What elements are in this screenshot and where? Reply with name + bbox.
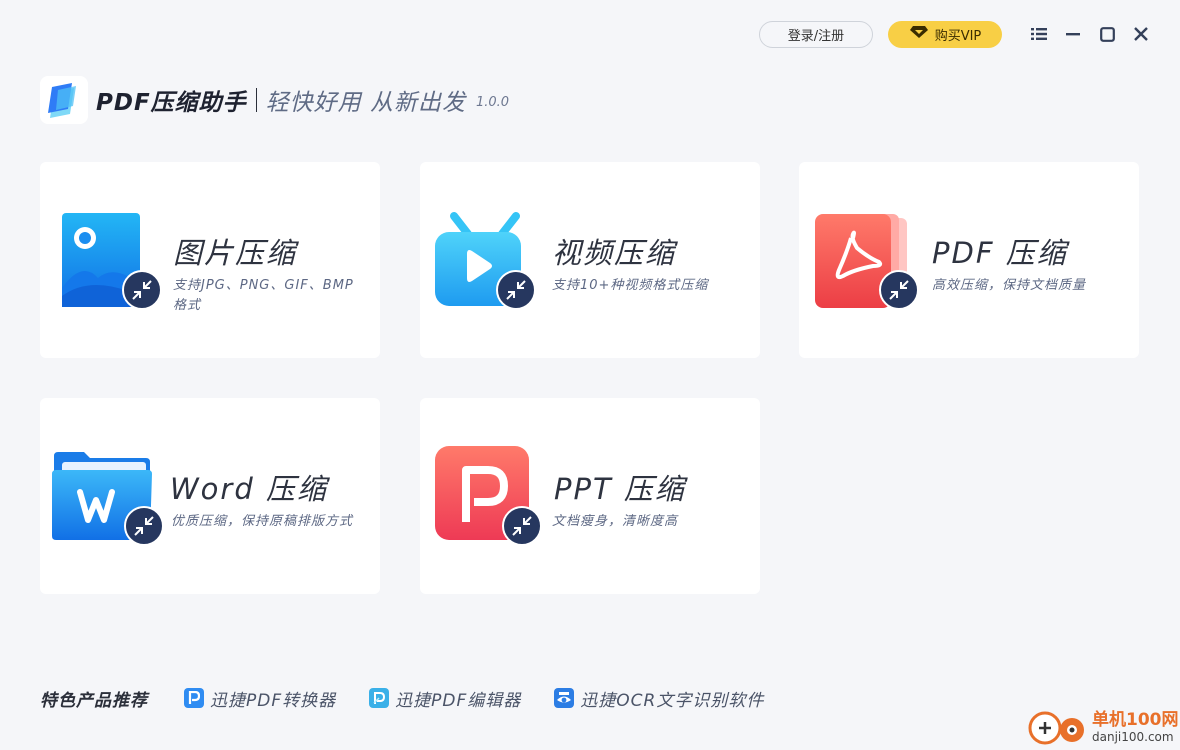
buy-vip-label: 购买VIP: [934, 28, 982, 44]
list-menu-icon[interactable]: [1022, 20, 1056, 48]
compress-arrows-icon: [879, 270, 919, 310]
pdf-editor-label: 迅捷PDF编辑器: [395, 690, 522, 711]
app-header: PDF压缩助手 轻快好用 从新出发 1.0.0: [40, 76, 509, 124]
compress-arrows-icon: [502, 506, 542, 546]
pdf-editor-icon: [369, 688, 390, 708]
compress-arrows-icon: [122, 270, 162, 310]
maximize-icon[interactable]: [1090, 20, 1124, 48]
card-description: 优质压缩，保持原稿排版方式: [171, 514, 354, 529]
card-description: 文档瘦身，清晰度高: [552, 514, 679, 529]
card-video-compress[interactable]: 视频压缩 支持10+种视频格式压缩: [420, 162, 760, 358]
compress-arrows-icon: [124, 506, 164, 546]
card-title: 图片压缩: [173, 236, 298, 270]
link-ocr-software[interactable]: 迅捷OCR文字识别软件: [554, 686, 764, 711]
card-description: 高效压缩，保持文档质量: [932, 278, 1087, 293]
title-bar: 登录/注册 购买VIP: [759, 20, 1158, 48]
card-title: Word 压缩: [170, 472, 328, 506]
card-title: PDF 压缩: [932, 236, 1068, 270]
diamond-icon: [909, 25, 929, 43]
app-version: 1.0.0: [475, 94, 510, 110]
card-image-compress[interactable]: 图片压缩 支持JPG、PNG、GIF、BMP格式: [40, 162, 380, 358]
minimize-icon[interactable]: [1056, 20, 1090, 48]
ocr-eye-icon: [554, 688, 575, 708]
card-ppt-compress[interactable]: PPT 压缩 文档瘦身，清晰度高: [420, 398, 760, 594]
card-description: 支持JPG、PNG、GIF、BMP格式: [173, 278, 354, 313]
pdf-converter-icon: [184, 688, 204, 708]
card-pdf-compress[interactable]: PDF 压缩 高效压缩，保持文档质量: [799, 162, 1139, 358]
featured-products: 特色产品推荐 迅捷PDF转换器 迅捷PDF编辑器 迅捷OCR文字识别软件: [40, 686, 797, 711]
login-register-button[interactable]: 登录/注册: [759, 20, 873, 48]
watermark-brand: 单机100网: [1092, 710, 1179, 730]
watermark-domain: danji100.com: [1092, 730, 1174, 744]
watermark-logo-icon: [1028, 706, 1088, 750]
link-pdf-editor[interactable]: 迅捷PDF编辑器: [369, 686, 521, 711]
card-word-compress[interactable]: Word 压缩 优质压缩，保持原稿排版方式: [40, 398, 380, 594]
close-icon[interactable]: [1124, 20, 1158, 48]
link-pdf-converter[interactable]: 迅捷PDF转换器: [184, 686, 336, 711]
card-title: 视频压缩: [552, 236, 677, 270]
buy-vip-button[interactable]: 购买VIP: [888, 20, 1002, 48]
app-logo-icon: [40, 76, 88, 124]
header-divider: [255, 88, 257, 112]
ocr-software-label: 迅捷OCR文字识别软件: [580, 690, 765, 711]
card-title: PPT 压缩: [554, 472, 686, 506]
app-slogan: 轻快好用 从新出发: [265, 90, 466, 116]
pdf-converter-label: 迅捷PDF转换器: [210, 690, 337, 711]
site-watermark: 单机100网 danji100.com: [1028, 706, 1180, 750]
featured-products-label: 特色产品推荐: [40, 690, 148, 711]
app-name: PDF压缩助手: [96, 90, 247, 116]
compress-arrows-icon: [496, 270, 536, 310]
card-description: 支持10+种视频格式压缩: [552, 278, 709, 293]
